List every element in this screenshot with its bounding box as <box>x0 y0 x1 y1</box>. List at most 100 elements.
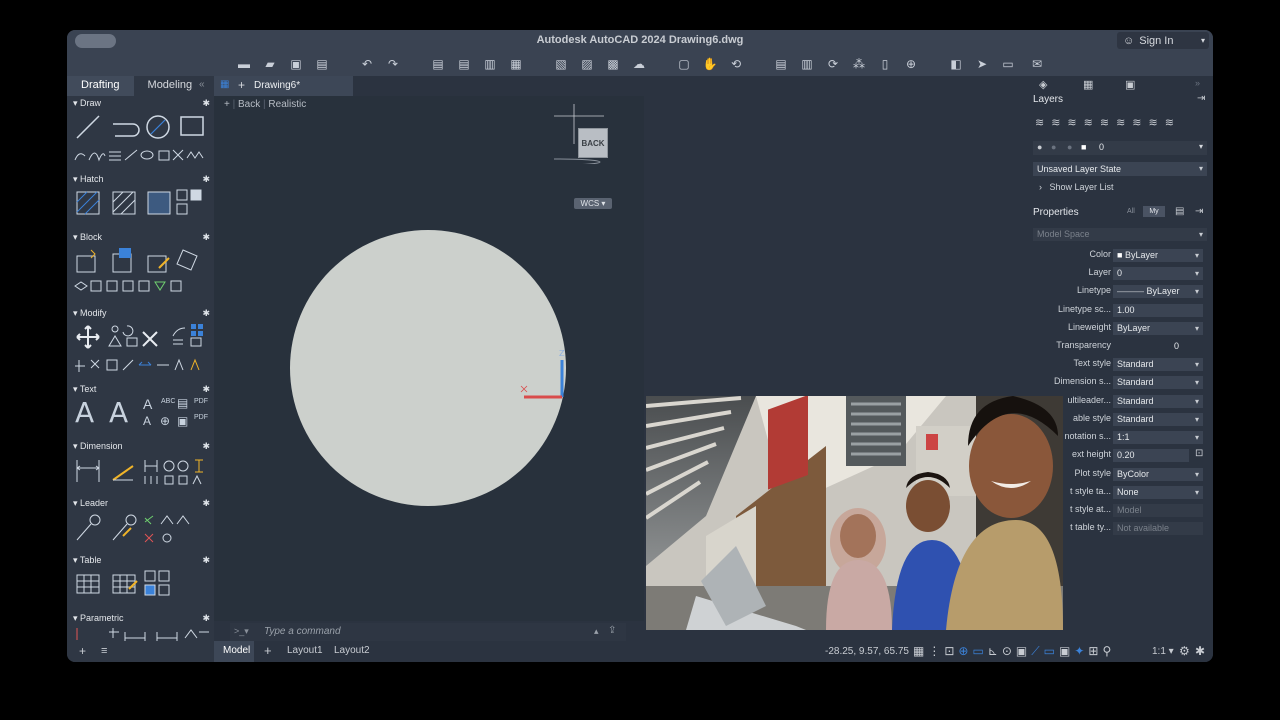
document-icon[interactable]: ▯ <box>877 56 893 72</box>
gear-icon[interactable]: ✱ <box>202 232 210 243</box>
prop-annotation-scale[interactable]: 1:1 <box>1113 431 1203 444</box>
tab-layout2[interactable]: Layout2 <box>334 645 370 656</box>
viewport-controls[interactable]: + | Back | Realistic <box>224 99 306 110</box>
view-label[interactable]: Back <box>238 99 260 110</box>
attach-icon[interactable]: ▩ <box>605 56 621 72</box>
prop-table-style[interactable]: Standard <box>1113 413 1203 426</box>
list-icon[interactable]: ≡ <box>101 645 107 657</box>
prop-transparency[interactable]: 0 <box>1113 340 1203 353</box>
plot-icon[interactable]: ▤ <box>430 56 446 72</box>
block-tools[interactable] <box>73 246 213 298</box>
gear-icon[interactable]: ✱ <box>202 441 210 452</box>
cloud-icon[interactable]: ☁ <box>631 56 647 72</box>
draw-tools[interactable] <box>73 112 213 167</box>
text-align-icon[interactable]: A <box>143 414 151 428</box>
tab-drafting[interactable]: Drafting <box>67 76 134 96</box>
show-layer-list-link[interactable]: › Show Layer List <box>1039 182 1114 192</box>
save-as-icon[interactable]: ▤ <box>314 56 330 72</box>
measure-icon[interactable]: ⊕ <box>903 56 919 72</box>
orbit-icon[interactable]: ⟲ <box>728 56 744 72</box>
add-icon[interactable]: + <box>79 644 86 658</box>
window-icon[interactable]: ▭ <box>1000 56 1016 72</box>
status-bar-toggles[interactable]: ▦⋮⊡⊕▭⊾⊙▣⟋▭▣✦⊞⚲ <box>913 644 1115 659</box>
dimension-tools[interactable] <box>73 456 213 488</box>
table-tools[interactable] <box>73 569 213 601</box>
gear-icon[interactable]: ✱ <box>202 384 210 395</box>
sign-in-button[interactable]: ☺ Sign In ▾ <box>1117 32 1209 49</box>
filter-all-button[interactable]: All <box>1127 208 1135 215</box>
new-file-icon[interactable]: ▬ <box>236 56 252 72</box>
section-block-title[interactable]: Block <box>73 232 102 243</box>
import-icon[interactable]: ▨ <box>579 56 595 72</box>
modify-tools[interactable] <box>73 322 213 377</box>
prop-linetype-scale[interactable]: 1.00 <box>1113 304 1203 317</box>
text-frame-icon[interactable]: ▣ <box>177 414 188 428</box>
grid-menu-icon[interactable]: ▦ <box>220 79 229 90</box>
collapse-icon[interactable]: « <box>199 79 205 90</box>
add-layout-icon[interactable]: + <box>264 643 272 658</box>
prop-layer[interactable]: 0 <box>1113 267 1203 280</box>
connect-icon[interactable]: ⁂ <box>851 56 867 72</box>
section-hatch-title[interactable]: Hatch <box>73 174 104 185</box>
panel-detach-icon[interactable]: ⇥ <box>1195 206 1203 217</box>
text-style-icon[interactable]: A <box>143 396 152 412</box>
gear-icon[interactable]: ✱ <box>202 613 210 624</box>
undo-icon[interactable]: ↶ <box>359 56 375 72</box>
prop-plot-style[interactable]: ByColor <box>1113 468 1203 481</box>
insert-tab-icon[interactable]: ▣ <box>1125 78 1135 91</box>
prop-lineweight[interactable]: ByLayer <box>1113 322 1203 335</box>
settings-gear-icon[interactable]: ✱ <box>1195 644 1205 658</box>
tab-drawing6[interactable]: ▦ + Drawing6* <box>214 76 353 96</box>
zoom-window-icon[interactable]: ▢ <box>676 56 692 72</box>
expand-icon[interactable]: » <box>1195 78 1200 88</box>
publish-icon[interactable]: ▥ <box>482 56 498 72</box>
properties-icon[interactable]: ▤ <box>773 56 789 72</box>
section-table-title[interactable]: Table <box>73 555 102 566</box>
pan-hand-icon[interactable]: ✋ <box>702 56 718 72</box>
leader-tools[interactable] <box>73 512 213 544</box>
command-line[interactable]: >_▾ Type a command ▴ ⇪ <box>230 623 626 641</box>
pick-height-icon[interactable]: ⊡ <box>1195 448 1203 459</box>
pdf-text-icon[interactable]: PDF <box>194 398 208 405</box>
notification-icon[interactable]: ✉ <box>1029 56 1045 72</box>
new-tab-icon[interactable]: + <box>238 78 245 92</box>
multiline-text-icon[interactable]: A <box>75 396 94 429</box>
chevron-up-icon[interactable]: ▴ <box>594 626 599 637</box>
command-input-placeholder[interactable]: Type a command <box>264 626 341 637</box>
share-icon[interactable]: ▧ <box>553 56 569 72</box>
gear-icon[interactable]: ✱ <box>202 174 210 185</box>
layers-tab-icon[interactable]: ◈ <box>1039 78 1047 91</box>
view-cube[interactable]: BACK <box>578 128 608 158</box>
layer-state-dropdown[interactable]: Unsaved Layer State <box>1033 162 1207 176</box>
pdf-import-icon[interactable]: PDF <box>194 414 208 421</box>
share-icon[interactable]: ⇪ <box>608 625 616 636</box>
section-dimension-title[interactable]: Dimension <box>73 441 123 452</box>
gear-icon[interactable]: ✱ <box>202 98 210 109</box>
tab-layout1[interactable]: Layout1 <box>287 645 323 656</box>
panel-detach-icon[interactable]: ⇥ <box>1197 93 1205 104</box>
gear-icon[interactable]: ✱ <box>202 555 210 566</box>
save-icon[interactable]: ▣ <box>288 56 304 72</box>
layer-selector[interactable]: ● ● ● ■ 0 ▾ <box>1033 141 1207 155</box>
hatch-tools[interactable] <box>73 188 213 218</box>
gear-icon[interactable]: ✱ <box>202 308 210 319</box>
compare-icon[interactable]: ◧ <box>948 56 964 72</box>
layer-tools[interactable]: ≋≋≋≋≋≋≋≋≋ <box>1035 116 1181 129</box>
annotation-scale-status[interactable]: 1:1 ▾ <box>1152 646 1174 657</box>
tab-model[interactable]: Model <box>214 641 254 662</box>
parametric-tools[interactable] <box>73 626 213 641</box>
redo-icon[interactable]: ↷ <box>385 56 401 72</box>
text-scale-icon[interactable]: ⊕ <box>160 414 170 428</box>
section-modify-title[interactable]: Modify <box>73 308 107 319</box>
section-draw-title[interactable]: Draw <box>73 98 101 109</box>
workspace-icon[interactable]: ⚙ <box>1179 644 1190 658</box>
section-text-title[interactable]: Text <box>73 384 97 395</box>
filter-my-button[interactable]: My <box>1143 206 1165 217</box>
prop-color[interactable]: ■ ByLayer <box>1113 249 1203 262</box>
prop-linetype[interactable]: ——— ByLayer <box>1113 285 1203 298</box>
open-file-icon[interactable]: ▰ <box>262 56 278 72</box>
visual-style-label[interactable]: Realistic <box>268 99 306 110</box>
find-text-icon[interactable]: ▤ <box>177 396 188 410</box>
prop-plot-style-table[interactable]: None <box>1113 486 1203 499</box>
export-icon[interactable]: ▦ <box>508 56 524 72</box>
